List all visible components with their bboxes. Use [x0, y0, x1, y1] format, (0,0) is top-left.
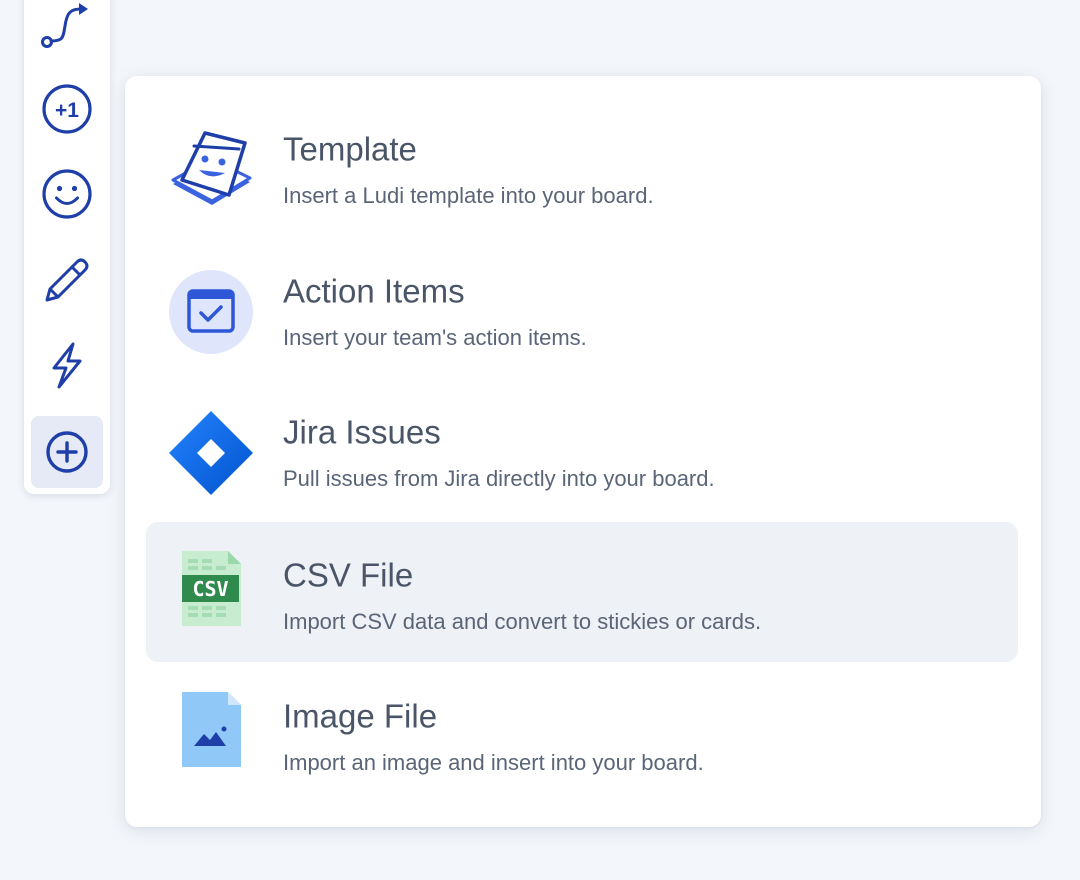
csv-file-title: CSV File: [283, 556, 414, 594]
image-file-description: Import an image and insert into your boa…: [283, 750, 704, 775]
emoji-tool-button[interactable]: [31, 158, 103, 230]
calendar-check-icon: [166, 267, 256, 357]
template-sticky-icon: [166, 125, 256, 215]
csv-icon-label: CSV: [192, 577, 228, 601]
left-toolbar: +1: [24, 0, 110, 494]
plus-one-icon: +1: [42, 84, 92, 134]
plus-one-tool-button[interactable]: +1: [31, 73, 103, 145]
action-items-description: Insert your team's action items.: [283, 325, 587, 350]
menu-item-csv-file[interactable]: CSV CSV File Import CSV data and convert…: [146, 522, 1018, 662]
menu-item-action-items[interactable]: Action Items Insert your team's action i…: [146, 238, 1018, 378]
lightning-bolt-icon: [52, 342, 82, 389]
smiley-icon: [42, 169, 92, 219]
insert-tool-button[interactable]: [31, 416, 103, 488]
jira-issues-description: Pull issues from Jira directly into your…: [283, 466, 715, 491]
plus-circle-icon: [46, 431, 88, 473]
csv-file-description: Import CSV data and convert to stickies …: [283, 609, 762, 634]
insert-menu: Template Insert a Ludi template into you…: [125, 76, 1041, 827]
actions-tool-button[interactable]: [31, 329, 103, 401]
csv-file-icon: CSV: [166, 551, 256, 641]
image-file-title: Image File: [283, 697, 438, 735]
template-title: Template: [283, 130, 417, 168]
menu-item-jira-issues[interactable]: Jira Issues Pull issues from Jira direct…: [146, 379, 1018, 519]
menu-item-template[interactable]: Template Insert a Ludi template into you…: [146, 96, 1018, 236]
template-description: Insert a Ludi template into your board.: [283, 183, 654, 208]
connector-tool-button[interactable]: [31, 0, 103, 60]
pencil-tool-button[interactable]: [31, 244, 103, 316]
image-file-icon: [166, 692, 256, 782]
connector-arrow-icon: [41, 3, 88, 48]
pencil-icon: [45, 258, 89, 302]
plus-one-label: +1: [55, 99, 79, 122]
jira-logo-icon: [166, 408, 256, 498]
jira-issues-title: Jira Issues: [283, 413, 441, 451]
action-items-title: Action Items: [283, 272, 465, 310]
menu-item-image-file[interactable]: Image File Import an image and insert in…: [146, 663, 1018, 803]
